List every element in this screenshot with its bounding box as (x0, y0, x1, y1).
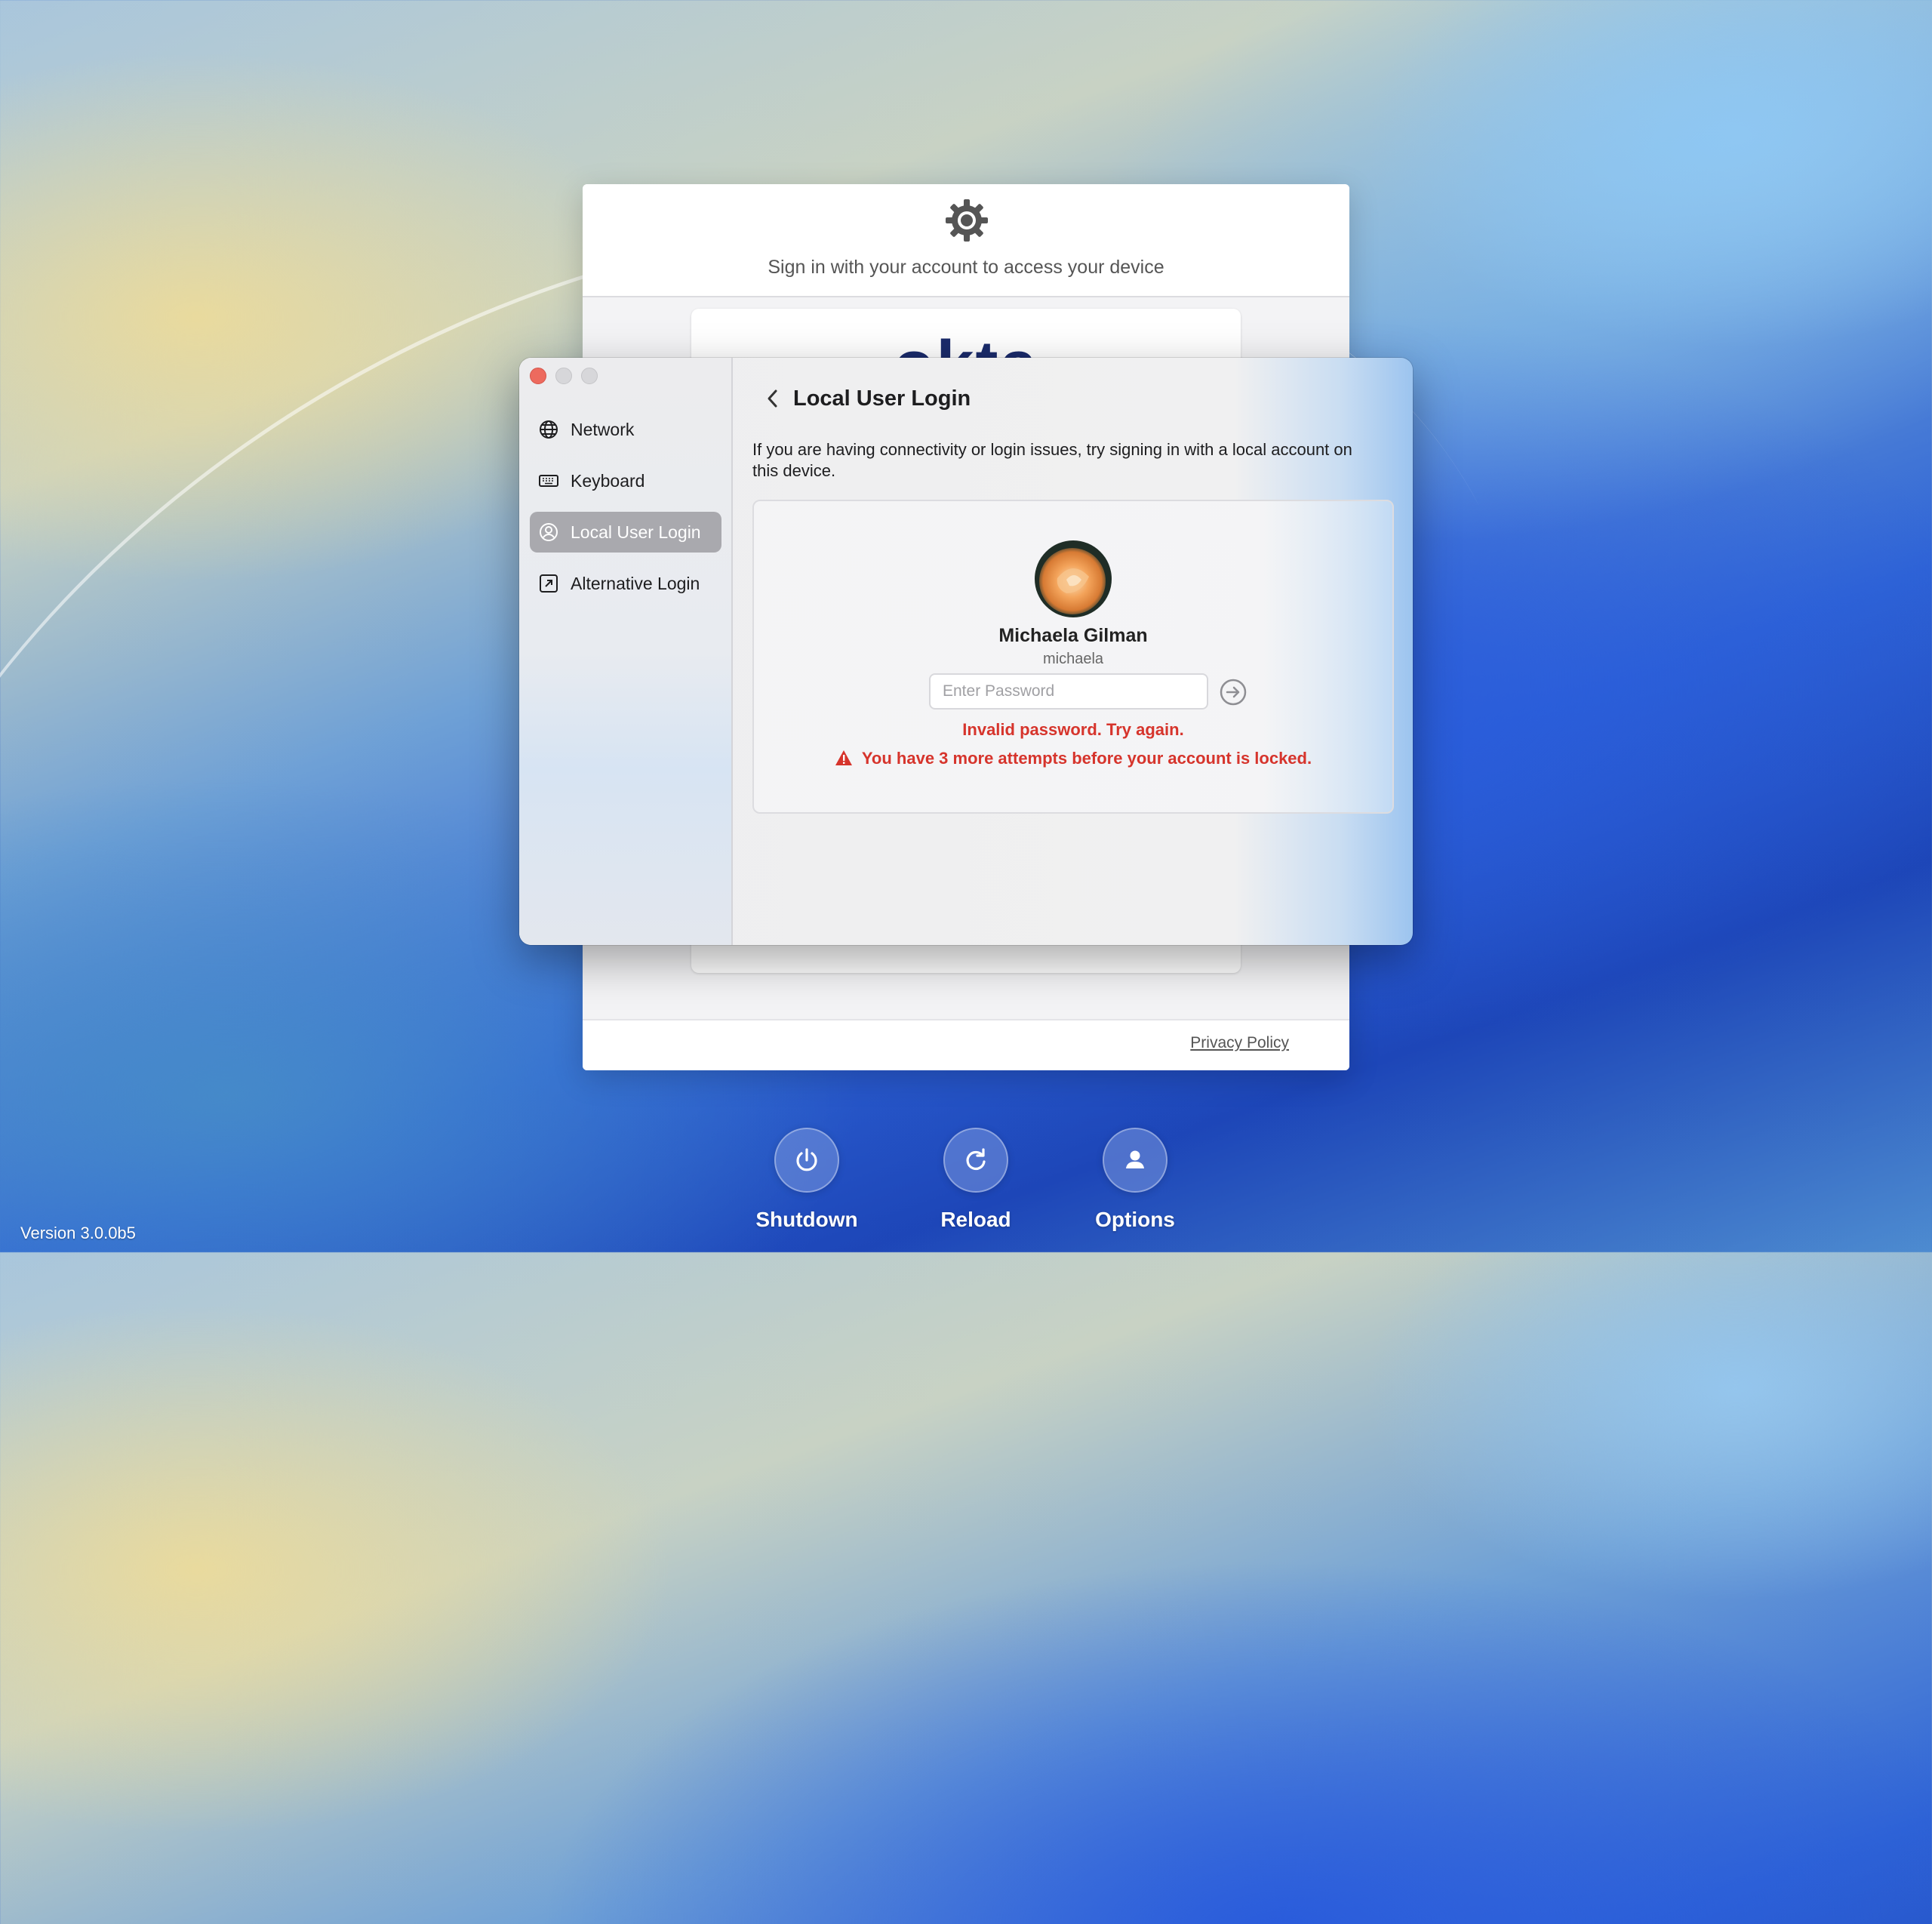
version-label: Version 3.0.0b5 (20, 1224, 136, 1242)
sidebar-item-network[interactable]: Network (530, 409, 721, 450)
lockout-warning-text: You have 3 more attempts before your acc… (861, 749, 1312, 768)
close-button[interactable] (530, 368, 546, 384)
person-circle-icon (537, 521, 560, 543)
reload-label: Reload (940, 1208, 1011, 1231)
minimize-button[interactable] (555, 368, 572, 384)
page-description: If you are having connectivity or login … (752, 440, 1352, 480)
zoom-button[interactable] (581, 368, 598, 384)
keyboard-icon (537, 469, 560, 492)
reload-button[interactable]: Reload (915, 1128, 1036, 1232)
power-icon (774, 1128, 839, 1193)
user-full-name: Michaela Gilman (998, 625, 1148, 646)
arrow-square-icon (537, 572, 560, 595)
main-content: Local User Login If you are having conne… (733, 358, 1413, 945)
reload-icon (943, 1128, 1008, 1193)
warning-triangle-icon (835, 750, 852, 765)
sidebar-item-label: Alternative Login (571, 573, 700, 593)
sidebar-item-label: Keyboard (571, 470, 645, 491)
globe-icon (537, 418, 560, 441)
submit-arrow-icon[interactable] (1219, 678, 1247, 706)
error-message: Invalid password. Try again. (962, 720, 1184, 739)
sign-in-footer: Privacy Policy (583, 1019, 1349, 1070)
person-icon (1103, 1128, 1168, 1193)
local-login-card: Michaela Gilman michaela Invalid passwor… (752, 500, 1394, 814)
page-title: Local User Login (793, 386, 971, 411)
shutdown-button[interactable]: Shutdown (746, 1128, 867, 1232)
shutdown-label: Shutdown (755, 1208, 858, 1231)
gear-icon (946, 199, 988, 242)
sidebar-item-alternative-login[interactable]: Alternative Login (530, 563, 721, 604)
privacy-policy-link[interactable]: Privacy Policy (1190, 1034, 1289, 1052)
password-field[interactable] (929, 673, 1208, 710)
user-username: michaela (1042, 651, 1104, 667)
sign-in-subtitle: Sign in with your account to access your… (768, 257, 1164, 278)
lockout-warning: You have 3 more attempts before your acc… (754, 749, 1392, 768)
sidebar: Network Keyboard Local User Login Altern… (519, 358, 733, 945)
back-chevron-icon[interactable] (761, 385, 784, 412)
sign-in-header: Sign in with your account to access your… (583, 184, 1349, 297)
local-login-dialog: Network Keyboard Local User Login Altern… (519, 358, 1413, 945)
avatar (1035, 540, 1112, 617)
sidebar-item-local-user-login[interactable]: Local User Login (530, 512, 721, 553)
sidebar-item-label: Network (571, 419, 635, 439)
options-button[interactable]: Options (1075, 1128, 1195, 1232)
sidebar-item-keyboard[interactable]: Keyboard (530, 460, 721, 501)
sidebar-item-label: Local User Login (571, 522, 701, 542)
options-label: Options (1095, 1208, 1175, 1231)
